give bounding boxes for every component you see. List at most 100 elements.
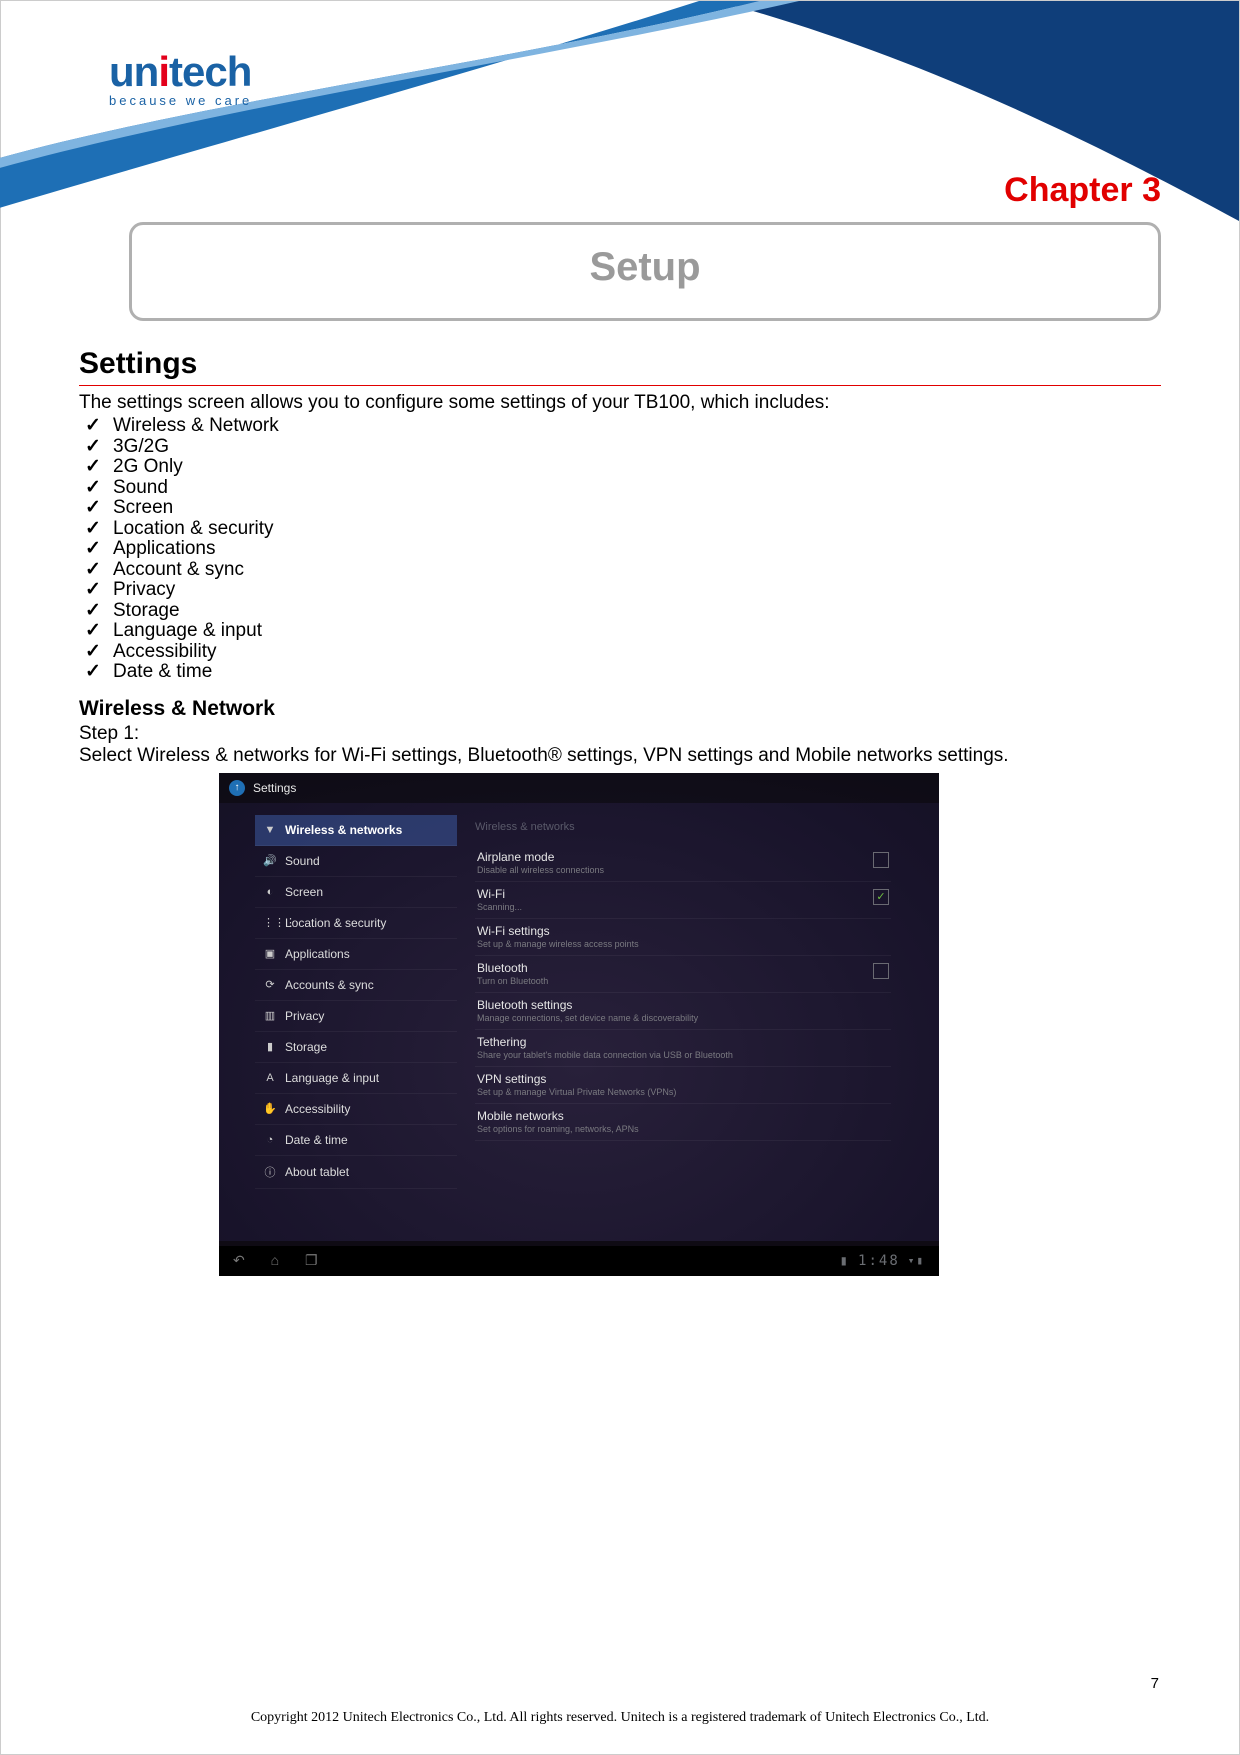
sidebar-icon: ⟳ bbox=[263, 978, 277, 991]
setup-title: Setup bbox=[132, 245, 1158, 290]
recent-nav-icon[interactable]: ❐ bbox=[305, 1252, 318, 1268]
status-icon: ▮ bbox=[840, 1253, 850, 1269]
chapter-label: Chapter 3 bbox=[79, 171, 1161, 210]
screenshot-title: Settings bbox=[253, 781, 296, 795]
sidebar-label: Sound bbox=[285, 854, 320, 868]
sidebar-item[interactable]: ◔ Date & time bbox=[255, 1125, 457, 1156]
checkbox[interactable] bbox=[873, 852, 889, 868]
setup-title-box: Setup bbox=[129, 222, 1161, 321]
detail-subtitle: Set up & manage Virtual Private Networks… bbox=[477, 1087, 676, 1097]
detail-title: Bluetooth settings bbox=[477, 998, 698, 1012]
sidebar-item[interactable]: ▣ Applications bbox=[255, 939, 457, 970]
detail-row[interactable]: Airplane modeDisable all wireless connec… bbox=[475, 845, 891, 882]
checklist-item: Applications bbox=[85, 539, 1161, 560]
sidebar-icon: ⓘ bbox=[263, 1164, 277, 1180]
detail-row[interactable]: Bluetooth settingsManage connections, se… bbox=[475, 993, 891, 1030]
detail-title: Bluetooth bbox=[477, 961, 548, 975]
sidebar-label: Date & time bbox=[285, 1133, 348, 1147]
detail-subtitle: Scanning... bbox=[477, 902, 522, 912]
step-text: Select Wireless & networks for Wi-Fi set… bbox=[79, 745, 1161, 767]
sidebar-icon: ▼ bbox=[263, 824, 277, 836]
sidebar-label: Wireless & networks bbox=[285, 823, 402, 837]
sidebar-item[interactable]: ◐ Screen bbox=[255, 877, 457, 908]
sidebar-icon: ◐ bbox=[263, 886, 277, 898]
sidebar-item[interactable]: ✋ Accessibility bbox=[255, 1094, 457, 1125]
sidebar-item[interactable]: ⓘ About tablet bbox=[255, 1156, 457, 1189]
checklist-item: Wireless & Network bbox=[85, 416, 1161, 437]
checkbox[interactable] bbox=[873, 963, 889, 979]
sidebar-label: Screen bbox=[285, 885, 323, 899]
home-nav-icon[interactable]: ⌂ bbox=[271, 1252, 279, 1268]
sidebar-item[interactable]: ▮ Storage bbox=[255, 1032, 457, 1063]
checklist-item: Privacy bbox=[85, 580, 1161, 601]
detail-title: Tethering bbox=[477, 1035, 733, 1049]
sidebar-icon: ▮ bbox=[263, 1040, 277, 1053]
detail-subtitle: Disable all wireless connections bbox=[477, 865, 604, 875]
detail-row[interactable]: Wi-Fi settingsSet up & manage wireless a… bbox=[475, 919, 891, 956]
checklist-item: Storage bbox=[85, 601, 1161, 622]
detail-title: Mobile networks bbox=[477, 1109, 639, 1123]
sidebar-label: Location & security bbox=[285, 916, 386, 930]
section-heading: Settings bbox=[79, 347, 1161, 381]
settings-sidebar: ▼ Wireless & networks 🔊 Sound ◐ Screen ⋮⋮⋮ Loca… bbox=[255, 807, 457, 1241]
detail-row[interactable]: BluetoothTurn on Bluetooth bbox=[475, 956, 891, 993]
detail-row[interactable]: VPN settingsSet up & manage Virtual Priv… bbox=[475, 1067, 891, 1104]
sidebar-icon: 🔊 bbox=[263, 854, 277, 867]
detail-row[interactable]: TetheringShare your tablet's mobile data… bbox=[475, 1030, 891, 1067]
settings-checklist: Wireless & Network3G/2G2G OnlySoundScree… bbox=[79, 416, 1161, 683]
clock: 1:48 bbox=[858, 1253, 900, 1269]
step-label: Step 1: bbox=[79, 723, 1161, 745]
android-settings-screenshot: ↑ Settings ▼ Wireless & networks 🔊 Sound ◐ Sc… bbox=[219, 773, 939, 1276]
back-icon[interactable]: ↑ bbox=[229, 780, 245, 796]
copyright: Copyright 2012 Unitech Electronics Co., … bbox=[1, 1710, 1239, 1726]
pane-title: Wireless & networks bbox=[475, 821, 891, 833]
page-number: 7 bbox=[1151, 1675, 1159, 1692]
detail-row[interactable]: Wi-FiScanning... ✓ bbox=[475, 882, 891, 919]
detail-subtitle: Share your tablet's mobile data connecti… bbox=[477, 1050, 733, 1060]
detail-row[interactable]: Mobile networksSet options for roaming, … bbox=[475, 1104, 891, 1141]
sidebar-icon: ⋮⋮⋮ bbox=[263, 916, 277, 929]
detail-subtitle: Turn on Bluetooth bbox=[477, 976, 548, 986]
checklist-item: Screen bbox=[85, 498, 1161, 519]
sidebar-item[interactable]: ALanguage & input bbox=[255, 1063, 457, 1094]
checklist-item: Date & time bbox=[85, 662, 1161, 683]
sidebar-icon: ▣ bbox=[263, 947, 277, 960]
sidebar-item[interactable]: ▥ Privacy bbox=[255, 1001, 457, 1032]
sidebar-label: Accounts & sync bbox=[285, 978, 374, 992]
sidebar-label: Applications bbox=[285, 947, 350, 961]
wifi-status-icon: ▾▮ bbox=[908, 1254, 925, 1267]
sidebar-item[interactable]: ▼ Wireless & networks bbox=[255, 815, 457, 846]
section-rule bbox=[79, 385, 1161, 386]
detail-subtitle: Manage connections, set device name & di… bbox=[477, 1013, 698, 1023]
detail-title: Wi-Fi settings bbox=[477, 924, 639, 938]
sidebar-item[interactable]: 🔊 Sound bbox=[255, 846, 457, 877]
detail-title: Wi-Fi bbox=[477, 887, 522, 901]
detail-title: Airplane mode bbox=[477, 850, 604, 864]
sidebar-icon: ✋ bbox=[263, 1102, 277, 1115]
checklist-item: Accessibility bbox=[85, 642, 1161, 663]
sidebar-label: Storage bbox=[285, 1040, 327, 1054]
logo-tagline: because we care bbox=[109, 93, 252, 108]
detail-subtitle: Set up & manage wireless access points bbox=[477, 939, 639, 949]
system-bar: ↶ ⌂ ❐ ▮ 1:48 ▾▮ bbox=[219, 1246, 939, 1276]
checklist-item: Account & sync bbox=[85, 560, 1161, 581]
settings-detail-list: Airplane modeDisable all wireless connec… bbox=[475, 845, 891, 1141]
sidebar-icon: A bbox=[263, 1072, 277, 1084]
checklist-item: Sound bbox=[85, 478, 1161, 499]
checklist-item: Language & input bbox=[85, 621, 1161, 642]
checklist-item: 2G Only bbox=[85, 457, 1161, 478]
sidebar-icon: ▥ bbox=[263, 1009, 277, 1022]
sidebar-icon: ◔ bbox=[263, 1134, 277, 1146]
detail-subtitle: Set options for roaming, networks, APNs bbox=[477, 1124, 639, 1134]
checklist-item: Location & security bbox=[85, 519, 1161, 540]
logo: unitech because we care bbox=[109, 53, 252, 108]
sidebar-item[interactable]: ⋮⋮⋮ Location & security bbox=[255, 908, 457, 939]
subsection-heading: Wireless & Network bbox=[79, 697, 1161, 721]
sidebar-label: Privacy bbox=[285, 1009, 324, 1023]
checkbox[interactable]: ✓ bbox=[873, 889, 889, 905]
sidebar-label: Accessibility bbox=[285, 1102, 350, 1116]
sidebar-label: About tablet bbox=[285, 1165, 349, 1179]
sidebar-item[interactable]: ⟳ Accounts & sync bbox=[255, 970, 457, 1001]
checklist-item: 3G/2G bbox=[85, 437, 1161, 458]
back-nav-icon[interactable]: ↶ bbox=[233, 1252, 245, 1268]
